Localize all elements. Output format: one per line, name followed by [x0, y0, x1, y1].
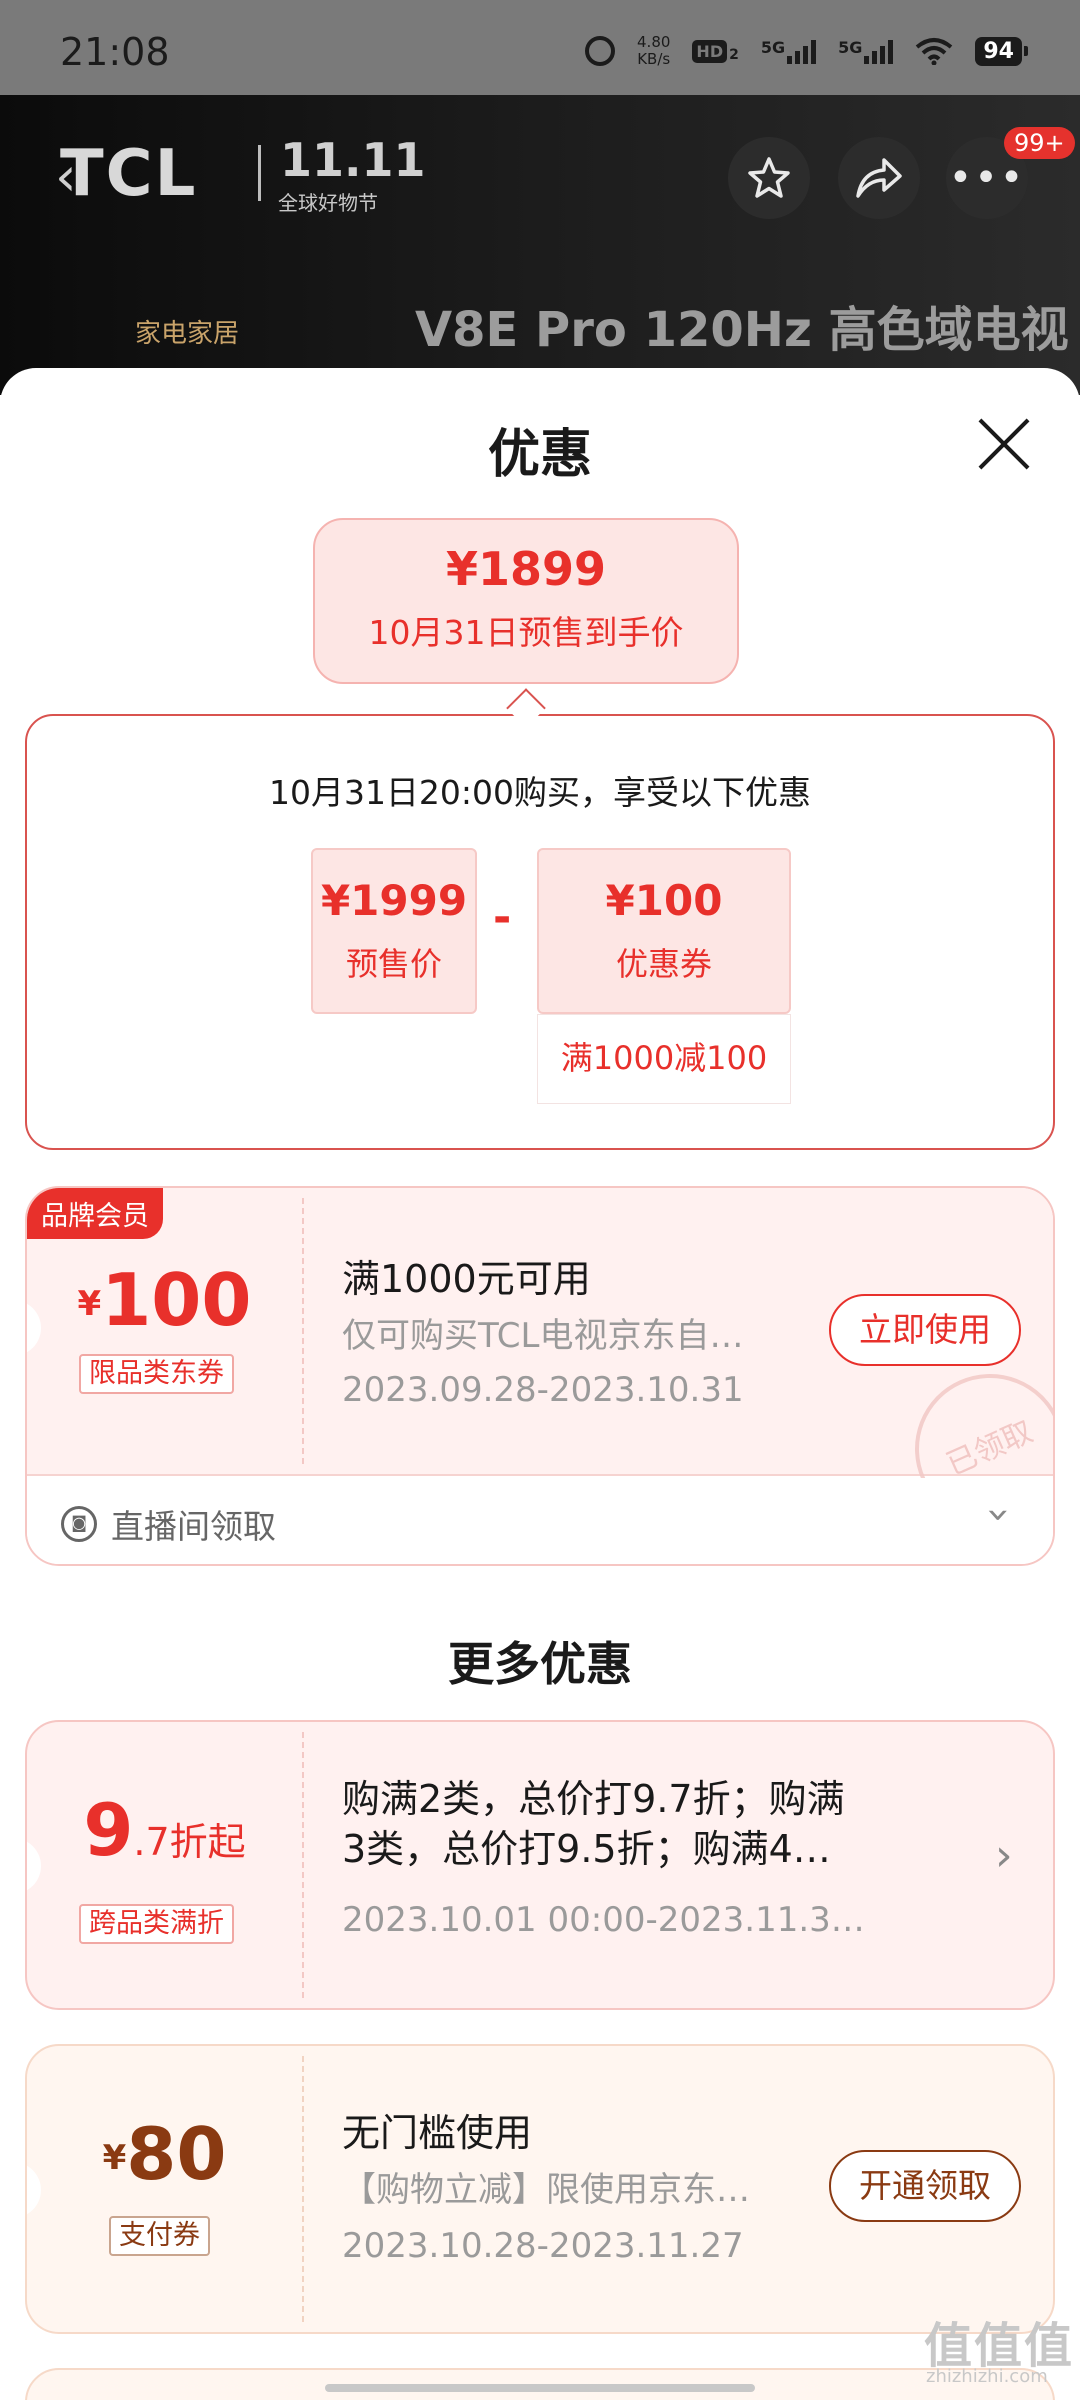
- back-arrow-icon[interactable]: ‹: [55, 145, 77, 208]
- signal-2-label: 5G: [838, 38, 863, 57]
- net-speed-unit: KB/s: [637, 50, 671, 68]
- discount-small: .7折起: [133, 1820, 246, 1864]
- signal-2: 5G: [838, 38, 894, 64]
- coupon-value: ¥100: [605, 876, 723, 925]
- chevron-right-icon[interactable]: ›: [995, 1830, 1013, 1881]
- coupon-divider: [302, 2056, 304, 2322]
- net-speed: 4.80 KB/s: [637, 34, 670, 68]
- breakdown-headline: 10月31日20:00购买，享受以下优惠: [268, 773, 812, 812]
- coupon-value-tile: ¥100 优惠券: [537, 848, 791, 1014]
- alarm-icon: [585, 36, 616, 66]
- coupon-subtitle: 仅可购买TCL电视京东自营商品: [342, 1316, 772, 1356]
- signal-bars-icon: [787, 38, 817, 64]
- final-price-desc: 10月31日预售到手价: [368, 613, 684, 652]
- final-price-bubble: ¥1899 10月31日预售到手价: [313, 518, 739, 684]
- minus-operator: -: [493, 892, 512, 943]
- price-breakdown: 10月31日20:00购买，享受以下优惠 ¥1999 预售价 - ¥100 优惠…: [25, 714, 1055, 1150]
- watermark-site: zhizhizhi.com: [926, 2366, 1048, 2387]
- status-bar: 21:08 4.80 KB/s HD 2 5G 5G 94: [0, 0, 1080, 95]
- payment-coupon: ¥80 支付券 无门槛使用 【购物立减】限使用京东支付 2023.10.28-2…: [25, 2044, 1055, 2334]
- presale-price-tile: ¥1999 预售价: [311, 848, 477, 1014]
- coupon-condition: 满1000减100: [537, 1014, 791, 1104]
- coupon-divider: [302, 1198, 304, 1464]
- home-indicator[interactable]: [325, 2384, 755, 2392]
- coupon-amount: ¥100: [27, 1258, 302, 1342]
- share-button[interactable]: [838, 137, 920, 219]
- discount-validity: 2023.10.01 00:00-2023.11.30 23:59: [342, 1900, 872, 1940]
- brand-logo: TCL: [60, 137, 198, 211]
- star-icon: [748, 157, 790, 198]
- coupon-label: 优惠券: [615, 945, 712, 983]
- brand-member-coupon: ¥100 限品类东券 满1000元可用 仅可购买TCL电视京东自营商品 2023…: [25, 1186, 1055, 1566]
- festival-subtitle: 全球好物节: [278, 191, 378, 215]
- more-offers-title: 更多优惠: [448, 1637, 632, 1691]
- battery-icon: 94: [975, 36, 1028, 66]
- more-dots-icon: •••: [948, 155, 1026, 201]
- net-speed-value: 4.80: [637, 33, 671, 51]
- banner-product-name: V8E Pro 120Hz 高色域电视: [415, 302, 1069, 358]
- hd-icon: HD: [692, 39, 728, 63]
- activate-claim-button[interactable]: 开通领取: [829, 2150, 1021, 2222]
- coupon-subtitle: 【购物立减】限使用京东支付: [342, 2170, 772, 2210]
- brand-member-badge: 品牌会员: [27, 1188, 163, 1239]
- close-button[interactable]: [976, 416, 1032, 472]
- coupon-divider: [302, 1732, 304, 1998]
- coupon-type-tag: 支付券: [109, 2216, 210, 2256]
- discount-type-tag: 跨品类满折: [79, 1904, 234, 1944]
- hd-sub: 2: [729, 46, 739, 63]
- presale-price-value: ¥1999: [320, 876, 468, 925]
- discount-title: 购满2类，总价打9.7折；购满3类，总价打9.5折；购满4类，总价打9.3折: [342, 1777, 845, 1871]
- banner-category: 家电家居: [135, 319, 240, 349]
- logo-divider: [258, 145, 261, 201]
- coupon-currency: ¥: [77, 1284, 102, 1324]
- discount-big: 9: [83, 1788, 134, 1872]
- sheet-title: 优惠: [487, 425, 592, 485]
- coupon-amount-number: 80: [126, 2112, 227, 2196]
- coupon-amount-number: 100: [101, 1258, 252, 1342]
- signal-1-label: 5G: [760, 38, 786, 57]
- final-price-amount: ¥1899: [445, 542, 607, 596]
- share-icon: [856, 158, 902, 198]
- discount-sheet: 优惠 ¥1899 10月31日预售到手价 10月31日20:00购买，享受以下优…: [0, 368, 1080, 2400]
- favorite-button[interactable]: [728, 137, 810, 219]
- coupon-currency: ¥: [102, 2138, 127, 2178]
- coupon-amount: ¥80: [27, 2112, 302, 2196]
- discount-rate: 9.7折起: [27, 1788, 302, 1872]
- coupon-source-label: 直播间领取: [111, 1507, 276, 1546]
- cross-category-discount[interactable]: 9.7折起 跨品类满折 购满2类，总价打9.7折；购满3类，总价打9.5折；购满…: [25, 1720, 1055, 2010]
- status-icons: 4.80 KB/s HD 2 5G 5G 94: [585, 34, 1028, 68]
- coupon-body: ¥100 限品类东券 满1000元可用 仅可购买TCL电视京东自营商品 2023…: [27, 1188, 1053, 1549]
- signal-1: 5G: [760, 38, 817, 64]
- chevron-down-icon[interactable]: ›: [976, 1507, 1022, 1523]
- wifi-icon: [916, 38, 953, 65]
- coupon-validity: 2023.09.28-2023.10.31: [342, 1370, 744, 1410]
- use-now-button[interactable]: 立即使用: [829, 1294, 1021, 1366]
- signal-bars-icon: [864, 38, 894, 64]
- notification-badge: 99+: [1004, 127, 1075, 159]
- coupon-type-tag: 限品类东券: [79, 1354, 234, 1394]
- hd-indicator: HD 2: [692, 39, 739, 63]
- coupon-source-row[interactable]: ◙ 直播间领取 ›: [27, 1478, 1053, 1564]
- presale-price-label: 预售价: [345, 945, 442, 983]
- festival-logo: 11.11: [280, 133, 426, 187]
- product-banner: TCL ‹ 11.11 全球好物节 ••• 99+ 家电家居 V8E Pro 1…: [0, 95, 1080, 395]
- coupon-validity: 2023.10.28-2023.11.27: [342, 2226, 744, 2266]
- status-time: 21:08: [60, 30, 170, 74]
- coupon-title: 满1000元可用: [342, 1257, 591, 1301]
- ticket-icon: ◙: [61, 1506, 97, 1542]
- coupon-title: 无门槛使用: [342, 2111, 533, 2155]
